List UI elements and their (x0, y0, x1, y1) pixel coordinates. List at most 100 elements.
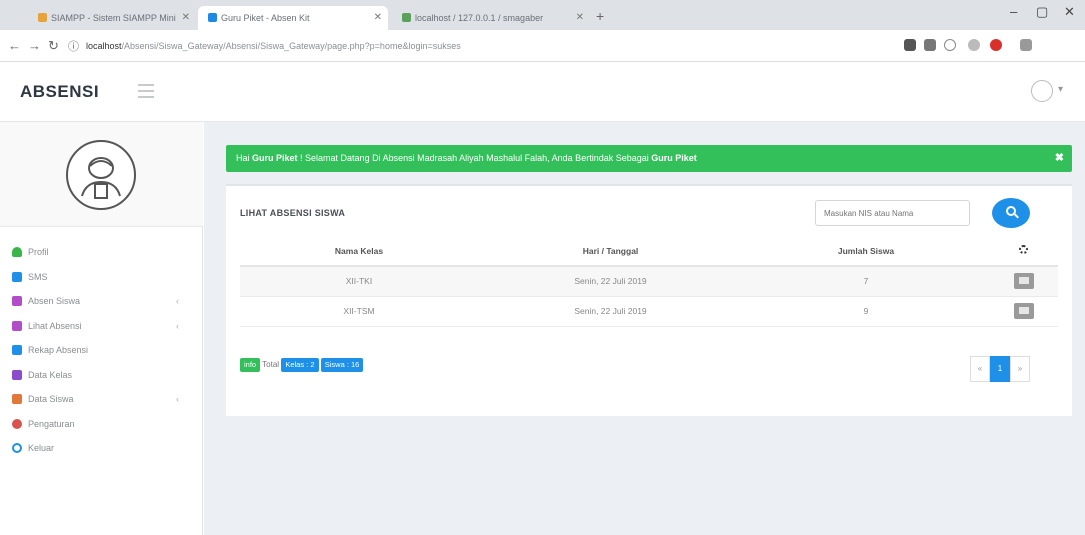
table-icon (12, 345, 22, 355)
siswa-count-badge: Siswa : 16 (320, 358, 364, 372)
cell-tanggal: Senin, 22 Juli 2019 (478, 296, 743, 327)
user-icon (12, 247, 22, 257)
gear-icon (1019, 245, 1028, 254)
sidebar-item-profil[interactable]: Profil (0, 240, 203, 265)
main-content: Hai Guru Piket ! Selamat Datang Di Absen… (204, 122, 1085, 535)
sidebar-menu: Profil SMS Absen Siswa ‹ Lihat Absensi ‹… (0, 240, 203, 461)
cell-jumlah: 9 (743, 296, 989, 327)
total-label: Total (262, 360, 280, 370)
chevron-left-icon: ‹ (176, 320, 179, 331)
column-header: Nama Kelas (240, 236, 478, 267)
sidebar-item-absen-siswa[interactable]: Absen Siswa ‹ (0, 289, 203, 314)
alert-message: ! Selamat Datang Di Absensi Madrasah Ali… (297, 153, 652, 163)
welcome-alert: Hai Guru Piket ! Selamat Datang Di Absen… (226, 145, 1072, 172)
sidebar-item-label: Data Siswa (28, 394, 74, 404)
maximize-button[interactable]: ▢ (1036, 4, 1048, 20)
table-footer: info Total Kelas : 2 Siswa : 16 (240, 358, 364, 374)
pagination-next[interactable]: » (1010, 356, 1030, 382)
forward-icon[interactable]: → (28, 38, 41, 53)
info-badge: info (240, 358, 261, 372)
cell-kelas: XII-TKI (240, 266, 478, 297)
tab-title: SIAMPP - Sistem SIAMPP Mini (51, 13, 176, 23)
sidebar-item-keluar[interactable]: Keluar (0, 436, 203, 461)
table-row: XII-TKI Senin, 22 Juli 2019 7 (240, 266, 1058, 297)
translate-icon[interactable] (924, 39, 936, 51)
reload-icon[interactable]: ↻ (48, 38, 59, 54)
alert-prefix: Hai (236, 153, 253, 163)
back-icon[interactable]: ← (8, 38, 21, 53)
profile-panel (0, 122, 203, 227)
close-window-button[interactable]: ✕ (1064, 4, 1075, 20)
column-header: Hari / Tanggal (478, 236, 743, 267)
new-tab-button[interactable]: + (596, 6, 604, 26)
tab-title: localhost / 127.0.0.1 / smagaber (415, 13, 544, 23)
sidebar-item-label: Keluar (28, 443, 55, 453)
close-tab-icon[interactable]: ✕ (182, 6, 190, 30)
browser-tab-bar: SIAMPP - Sistem SIAMPP Mini ✕ Guru Piket… (0, 0, 1085, 30)
favicon-icon (208, 13, 217, 22)
chevron-down-icon[interactable]: ▾ (1058, 84, 1063, 95)
search-button[interactable] (992, 198, 1030, 228)
sidebar-item-sms[interactable]: SMS (0, 265, 203, 290)
pagination-page-1[interactable]: 1 (990, 356, 1010, 382)
star-icon[interactable] (944, 39, 956, 51)
cell-kelas: XII-TSM (240, 296, 478, 327)
column-header: Jumlah Siswa (743, 236, 989, 267)
url-path: /Absensi/Siswa_Gateway/Absensi/Siswa_Gat… (121, 41, 461, 51)
envelope-icon (12, 271, 22, 282)
sidebar-item-label: Rekap Absensi (28, 345, 89, 355)
calendar-icon (12, 296, 22, 306)
sidebar: Profil SMS Absen Siswa ‹ Lihat Absensi ‹… (0, 122, 203, 535)
logout-icon (12, 443, 22, 453)
favicon-icon (402, 13, 411, 22)
extension-icon[interactable] (968, 39, 980, 51)
favicon-icon (38, 13, 47, 22)
hamburger-icon[interactable] (138, 84, 154, 98)
kelas-count-badge: Kelas : 2 (281, 358, 319, 372)
cell-action (989, 266, 1058, 297)
adblock-icon[interactable] (990, 39, 1002, 51)
address-bar-row: ← → ↻ ⓘ localhost/Absensi/Siswa_Gateway/… (0, 30, 1085, 62)
alert-role: Guru Piket (651, 153, 697, 163)
column-header-action (989, 236, 1058, 267)
cell-tanggal: Senin, 22 Juli 2019 (478, 266, 743, 297)
pagination-prev[interactable]: « (970, 356, 990, 382)
attendance-table: Nama Kelas Hari / Tanggal Jumlah Siswa X… (240, 236, 1058, 327)
building-icon (12, 369, 22, 380)
users-icon (12, 394, 22, 404)
menu-icon[interactable] (1020, 39, 1032, 51)
close-tab-icon[interactable]: ✕ (374, 6, 382, 30)
sidebar-item-rekap-absensi[interactable]: Rekap Absensi (0, 338, 203, 363)
cell-action (989, 296, 1058, 327)
key-icon[interactable] (904, 39, 916, 51)
table-header-row: Nama Kelas Hari / Tanggal Jumlah Siswa (240, 236, 1058, 267)
info-icon[interactable]: ⓘ (68, 38, 79, 54)
alert-user-name: Guru Piket (252, 153, 298, 163)
sidebar-item-data-siswa[interactable]: Data Siswa ‹ (0, 387, 203, 412)
attendance-panel: LIHAT ABSENSI SISWA Nama Kelas Hari / Ta… (226, 184, 1072, 416)
list-icon (12, 320, 22, 331)
cell-jumlah: 7 (743, 266, 989, 297)
view-detail-button[interactable] (1013, 273, 1034, 290)
chevron-left-icon: ‹ (176, 296, 179, 306)
sidebar-item-lihat-absensi[interactable]: Lihat Absensi ‹ (0, 314, 203, 339)
gear-icon (12, 418, 22, 429)
sidebar-item-data-kelas[interactable]: Data Kelas (0, 363, 203, 388)
tab-title: Guru Piket - Absen Kit (221, 13, 310, 23)
browser-tab-1[interactable]: SIAMPP - Sistem SIAMPP Mini ✕ (28, 6, 196, 30)
view-detail-button[interactable] (1013, 303, 1034, 319)
user-avatar[interactable] (1031, 80, 1053, 102)
pagination: « 1 » (970, 356, 1030, 382)
sidebar-item-pengaturan[interactable]: Pengaturan (0, 412, 203, 437)
minimize-button[interactable]: – (1010, 4, 1017, 19)
close-tab-icon[interactable]: ✕ (576, 6, 584, 30)
search-input[interactable] (815, 200, 970, 226)
url-field[interactable]: localhost/Absensi/Siswa_Gateway/Absensi/… (86, 36, 866, 56)
browser-tab-2[interactable]: Guru Piket - Absen Kit ✕ (198, 6, 388, 30)
browser-tab-3[interactable]: localhost / 127.0.0.1 / smagaber ✕ (392, 6, 590, 30)
close-alert-button[interactable]: ✖ (1055, 145, 1064, 172)
user-silhouette-icon (81, 157, 121, 199)
sidebar-item-label: Profil (28, 247, 49, 257)
sidebar-item-label: Data Kelas (28, 369, 73, 380)
chevron-left-icon: ‹ (176, 394, 179, 404)
